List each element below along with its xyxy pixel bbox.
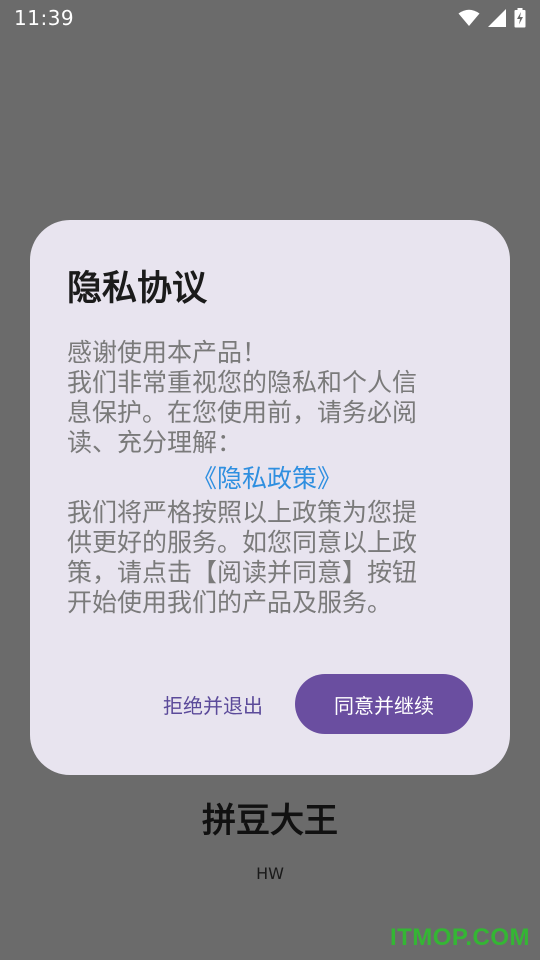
status-time: 11:39 [14, 6, 75, 30]
battery-charging-icon [514, 8, 526, 28]
body-line: 供更好的服务。如您同意以上政 [67, 528, 418, 557]
body-line: 读、充分理解： [67, 428, 243, 457]
screen: 11:39 拼豆大王 HW 隐私协议 感谢使用本产品！ 我们非常重视您的隐私和个… [0, 0, 540, 960]
body-line: 我们非常重视您的隐私和个人信 [67, 368, 418, 397]
decline-exit-button[interactable]: 拒绝并退出 [148, 674, 278, 734]
cellular-signal-icon [488, 9, 506, 27]
accept-continue-button[interactable]: 同意并继续 [295, 674, 473, 734]
privacy-dialog: 隐私协议 感谢使用本产品！ 我们非常重视您的隐私和个人信 息保护。在您使用前，请… [30, 220, 510, 775]
wifi-icon [458, 9, 480, 27]
dialog-actions: 拒绝并退出 同意并继续 [30, 674, 510, 734]
watermark: ITMOP.COM [389, 924, 530, 951]
app-subtitle: HW [256, 864, 284, 883]
body-line: 感谢使用本产品！ [67, 338, 268, 367]
body-line: 息保护。在您使用前，请务必阅 [67, 398, 418, 427]
body-line: 我们将严格按照以上政策为您提 [67, 498, 418, 527]
dialog-body: 感谢使用本产品！ 我们非常重视您的隐私和个人信 息保护。在您使用前，请务必阅 读… [67, 338, 467, 618]
app-name: 拼豆大王 [202, 801, 338, 841]
status-bar: 11:39 [0, 0, 540, 36]
status-icons [458, 8, 526, 28]
body-line: 策，请点击【阅读并同意】按钮 [67, 558, 418, 587]
privacy-policy-link[interactable]: 《隐私政策》 [67, 464, 467, 494]
dialog-title: 隐私协议 [67, 269, 208, 309]
body-line: 开始使用我们的产品及服务。 [67, 588, 393, 617]
